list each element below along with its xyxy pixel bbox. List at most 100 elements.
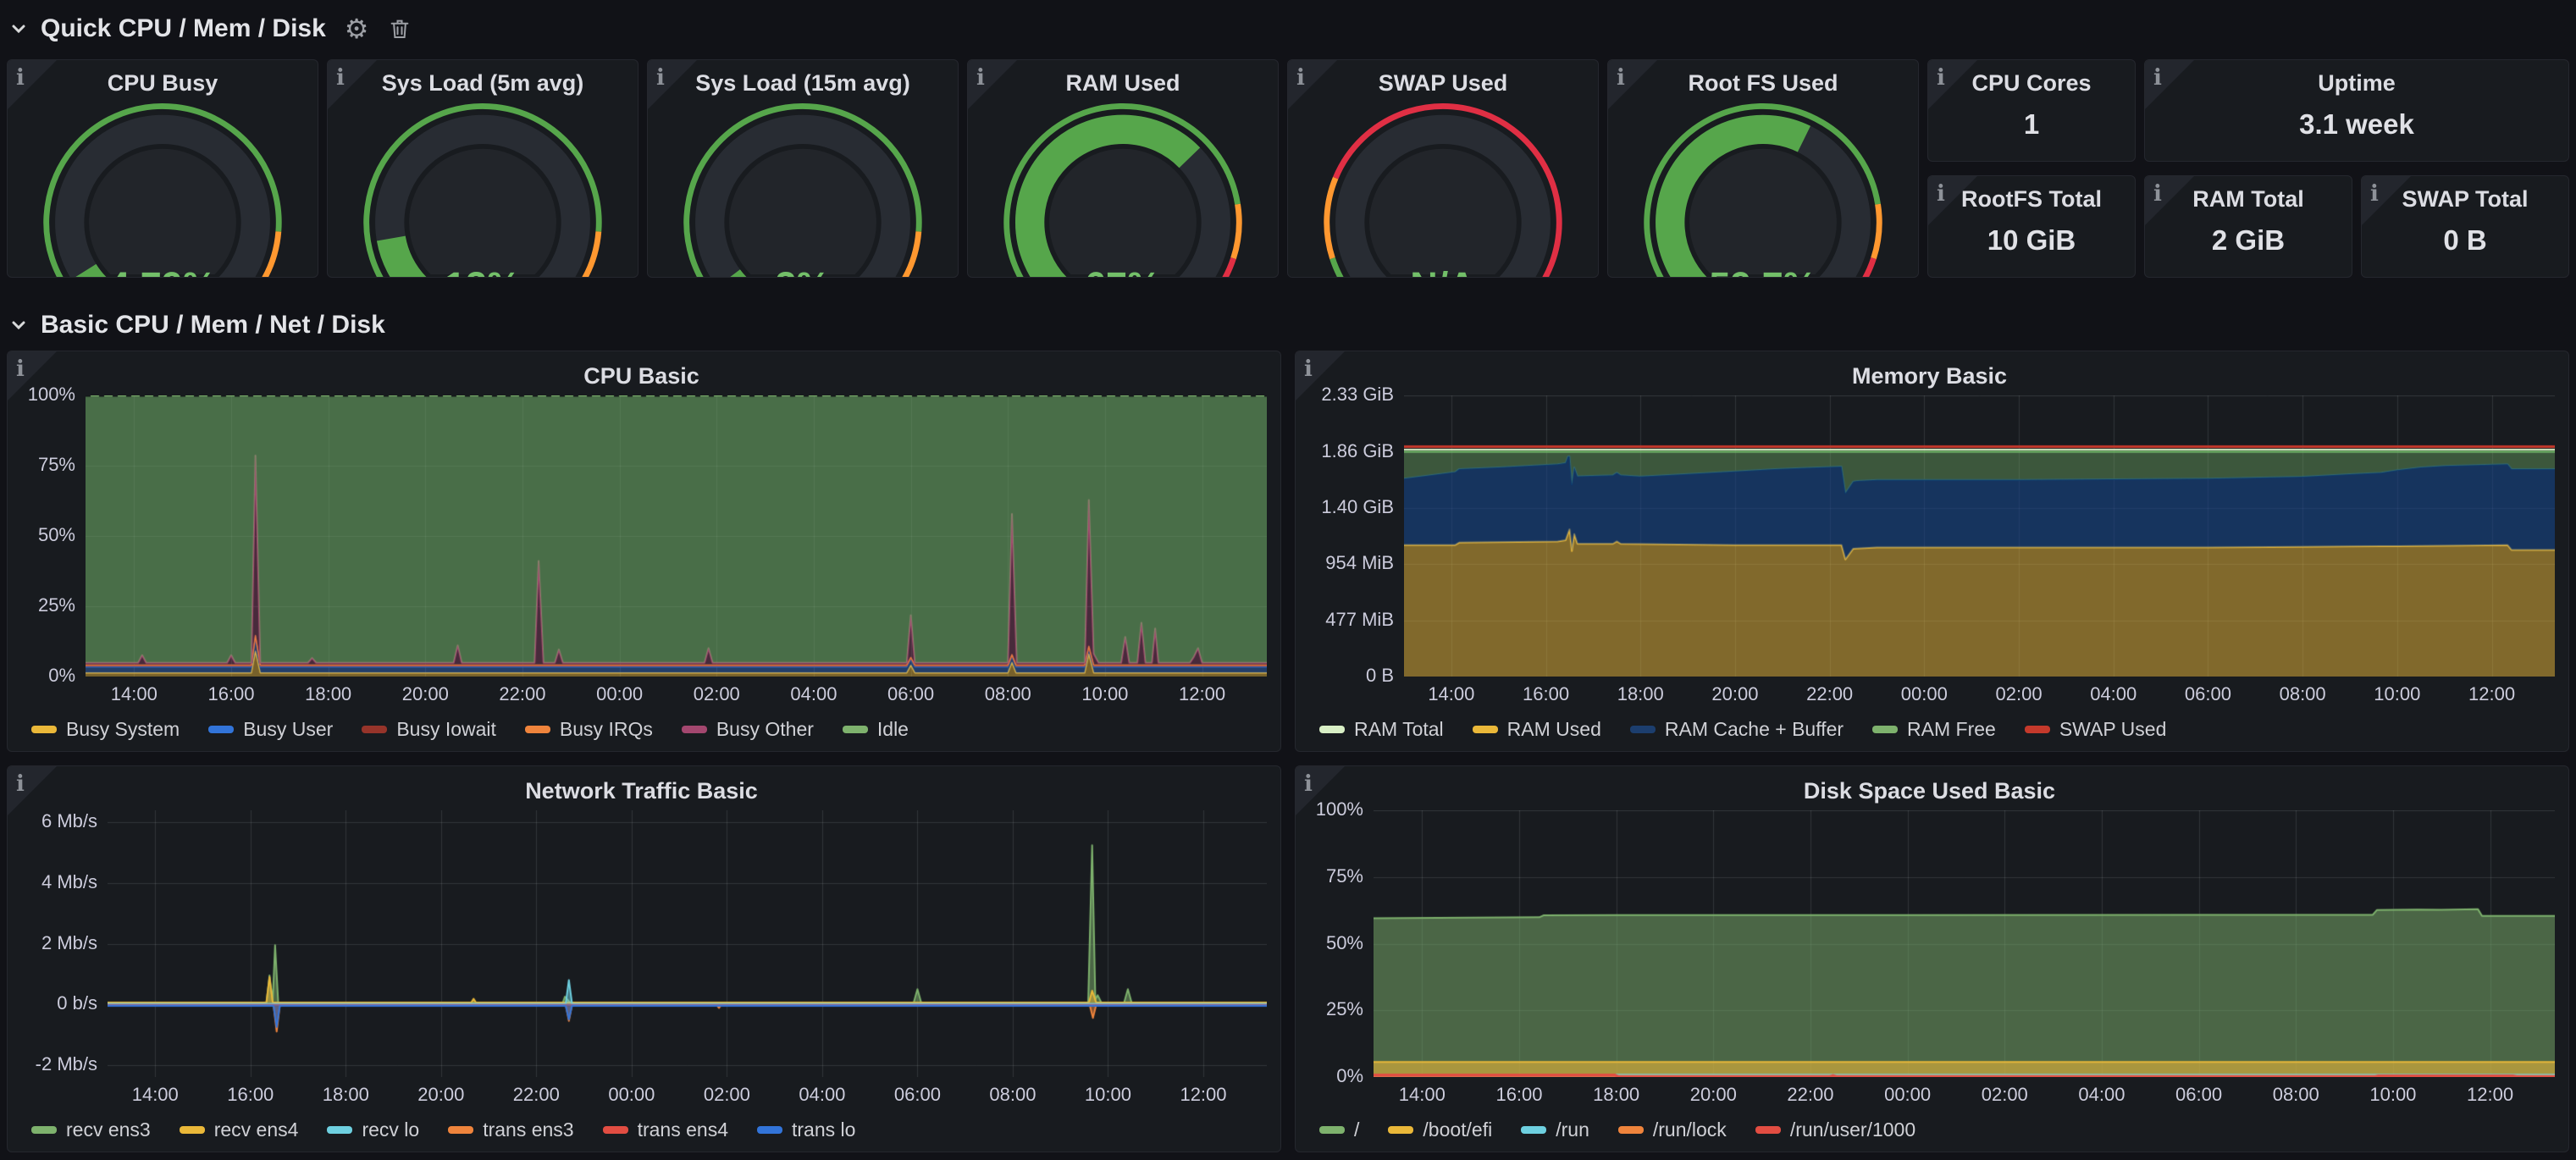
info-icon[interactable]: i [2362, 176, 2411, 225]
info-icon[interactable]: i [1928, 60, 1977, 109]
gauge-value: 13% [328, 264, 638, 278]
x-tick-label: 12:00 [2468, 683, 2515, 705]
legend-item[interactable]: Busy Other [682, 718, 814, 741]
legend-item[interactable]: RAM Used [1473, 718, 1601, 741]
legend-label: /run/lock [1653, 1119, 1727, 1141]
info-icon[interactable]: i [1608, 60, 1657, 109]
legend-item[interactable]: / [1319, 1119, 1359, 1141]
network-traffic-canvas[interactable] [108, 810, 1267, 1077]
legend-item[interactable]: /run/user/1000 [1755, 1119, 1915, 1141]
panel-title[interactable]: CPU Basic [16, 356, 1267, 387]
x-axis: 14:0016:0018:0020:0022:0000:0002:0004:00… [86, 677, 1267, 710]
stats-column: i CPU Cores 1 i Uptime 3.1 week i RootFS… [1927, 59, 2569, 278]
legend-swatch-icon [1319, 1126, 1345, 1134]
memory-basic-canvas[interactable] [1404, 395, 2555, 677]
x-tick-label: 10:00 [1085, 1084, 1131, 1106]
legend-swatch-icon [1755, 1126, 1781, 1134]
sys-load-5m-gauge: 13% [328, 97, 638, 278]
x-tick-label: 06:00 [2175, 1084, 2222, 1106]
legend-item[interactable]: RAM Free [1872, 718, 1996, 741]
info-icon[interactable]: i [1928, 176, 1977, 225]
panel-swap-total: i SWAP Total 0 B [2361, 175, 2569, 278]
legend-item[interactable]: Busy IRQs [525, 718, 653, 741]
legend-item[interactable]: /run [1521, 1119, 1589, 1141]
panel-network-traffic-basic: i Network Traffic Basic -2 Mb/s0 b/s2 Mb… [7, 765, 1281, 1152]
panel-ram-total: i RAM Total 2 GiB [2144, 175, 2352, 278]
cpu-busy-gauge: 4.79% [8, 97, 318, 278]
legend-item[interactable]: Idle [843, 718, 909, 741]
x-tick-label: 00:00 [608, 1084, 655, 1106]
y-tick-label: 1.86 GiB [1321, 440, 1394, 462]
section-header-quick[interactable]: Quick CPU / Mem / Disk ⚙ [7, 0, 2569, 49]
legend-item[interactable]: recv lo [327, 1119, 419, 1141]
info-icon[interactable]: i [1296, 351, 1345, 400]
y-tick-label: 75% [1326, 865, 1363, 887]
x-tick-label: 16:00 [1495, 1084, 1542, 1106]
cpu-basic-canvas[interactable] [86, 395, 1267, 677]
legend-label: RAM Cache + Buffer [1665, 718, 1844, 741]
legend-swatch-icon [1872, 726, 1898, 733]
info-icon[interactable]: i [8, 60, 57, 109]
gear-icon[interactable]: ⚙ [345, 15, 369, 42]
legend-swatch-icon [1388, 1126, 1413, 1134]
info-icon[interactable]: i [8, 766, 57, 815]
panel-title[interactable]: Memory Basic [1304, 356, 2555, 387]
x-tick-label: 04:00 [2090, 683, 2137, 705]
x-tick-label: 22:00 [513, 1084, 560, 1106]
x-tick-label: 02:00 [704, 1084, 750, 1106]
info-icon[interactable]: i [1288, 60, 1337, 109]
x-tick-label: 08:00 [2273, 1084, 2319, 1106]
legend-item[interactable]: recv ens3 [31, 1119, 151, 1141]
legend-item[interactable]: trans ens4 [603, 1119, 728, 1141]
info-icon[interactable]: i [1296, 766, 1345, 815]
x-tick-label: 04:00 [790, 683, 837, 705]
plot-area [108, 810, 1267, 1077]
legend-label: Busy System [66, 718, 180, 741]
disk-space-canvas[interactable] [1374, 810, 2555, 1077]
x-tick-label: 22:00 [1787, 1084, 1833, 1106]
legend-label: SWAP Used [2059, 718, 2167, 741]
x-tick-label: 10:00 [2374, 683, 2420, 705]
legend-item[interactable]: recv ens4 [180, 1119, 299, 1141]
x-tick-label: 14:00 [1399, 1084, 1446, 1106]
legend-item[interactable]: SWAP Used [2025, 718, 2167, 741]
x-tick-label: 06:00 [2185, 683, 2231, 705]
legend-item[interactable]: trans ens3 [448, 1119, 573, 1141]
x-tick-label: 04:00 [2078, 1084, 2125, 1106]
info-icon[interactable]: i [328, 60, 377, 109]
x-tick-label: 20:00 [1690, 1084, 1737, 1106]
legend-item[interactable]: Busy System [31, 718, 180, 741]
panel-title[interactable]: Uptime [2145, 60, 2568, 97]
legend-swatch-icon [682, 726, 707, 733]
plot-area [1404, 395, 2555, 677]
legend-item[interactable]: Busy Iowait [362, 718, 496, 741]
section-header-basic[interactable]: Basic CPU / Mem / Net / Disk [7, 278, 2569, 351]
legend-item[interactable]: /boot/efi [1388, 1119, 1492, 1141]
x-tick-label: 14:00 [1428, 683, 1474, 705]
x-tick-label: 08:00 [2280, 683, 2326, 705]
legend-item[interactable]: RAM Cache + Buffer [1630, 718, 1844, 741]
panel-title[interactable]: Network Traffic Basic [16, 771, 1267, 802]
info-icon[interactable]: i [968, 60, 1017, 109]
x-tick-label: 00:00 [1884, 1084, 1931, 1106]
info-icon[interactable]: i [648, 60, 697, 109]
legend-item[interactable]: trans lo [757, 1119, 855, 1141]
trash-icon[interactable] [387, 16, 412, 41]
section-title: Basic CPU / Mem / Net / Disk [41, 311, 385, 340]
info-icon[interactable]: i [2145, 60, 2194, 109]
x-axis: 14:0016:0018:0020:0022:0000:0002:0004:00… [1374, 1077, 2555, 1111]
legend-item[interactable]: RAM Total [1319, 718, 1444, 741]
info-icon[interactable]: i [2145, 176, 2194, 225]
quick-row: i CPU Busy 4.79% i Sys Load (5m avg) 13%… [7, 59, 2569, 278]
dashboard: Quick CPU / Mem / Disk ⚙ i CPU Busy 4.79… [0, 0, 2576, 1152]
y-axis: 0 B477 MiB954 MiB1.40 GiB1.86 GiB2.33 Gi… [1304, 395, 1404, 677]
legend-label: Busy IRQs [560, 718, 653, 741]
x-tick-label: 08:00 [989, 1084, 1036, 1106]
legend-swatch-icon [1618, 1126, 1644, 1134]
panel-title[interactable]: Disk Space Used Basic [1304, 771, 2555, 802]
panel-ram-used: i RAM Used 67% [967, 59, 1279, 278]
legend-item[interactable]: /run/lock [1618, 1119, 1727, 1141]
legend-item[interactable]: Busy User [208, 718, 333, 741]
x-tick-label: 12:00 [1180, 1084, 1226, 1106]
info-icon[interactable]: i [8, 351, 57, 400]
